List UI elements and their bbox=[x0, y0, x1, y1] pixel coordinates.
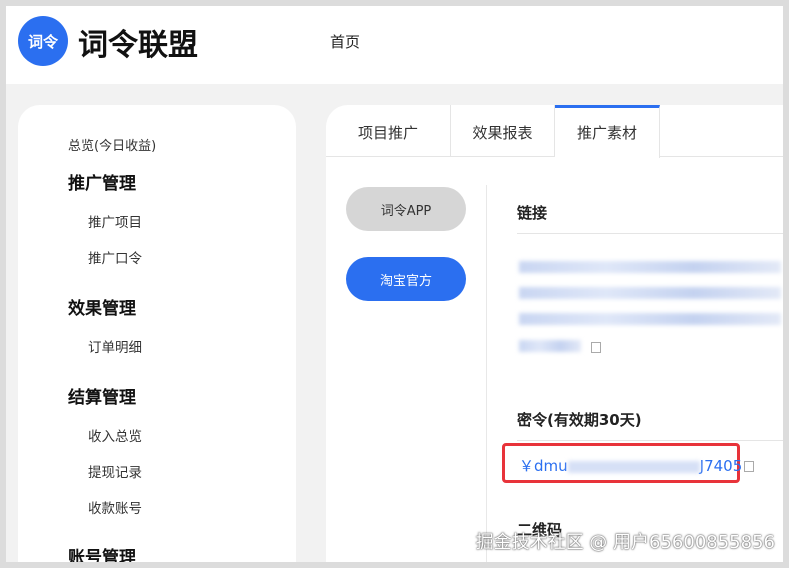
app-window: 词令 词令联盟 首页 总览(今日收益) 推广管理 推广项目 推广口令 效果管理 … bbox=[6, 6, 783, 562]
sidebar-item-income[interactable]: 收入总览 bbox=[88, 425, 142, 445]
link-heading: 链接 bbox=[517, 204, 548, 222]
password-highlight: ￥dmu J7405 bbox=[502, 443, 742, 483]
tab-promo-material[interactable]: 推广素材 bbox=[555, 105, 660, 158]
link-text-blurred bbox=[519, 287, 781, 299]
password-heading: 密令(有效期30天) bbox=[517, 411, 642, 429]
sidebar: 总览(今日收益) 推广管理 推广项目 推广口令 效果管理 订单明细 结算管理 收… bbox=[18, 105, 296, 562]
logo[interactable]: 词令 bbox=[18, 16, 68, 66]
tab-bar: 项目推广 效果报表 推广素材 bbox=[326, 105, 783, 158]
sidebar-group-effect: 效果管理 bbox=[68, 299, 136, 319]
app-button[interactable]: 词令APP bbox=[346, 187, 466, 231]
watermark: 掘金技术社区 @ 用户65600855856 bbox=[475, 532, 775, 553]
sidebar-item-accounts[interactable]: 收款账号 bbox=[88, 497, 142, 517]
sidebar-item-orders[interactable]: 订单明细 bbox=[88, 336, 142, 356]
sidebar-item-withdrawals[interactable]: 提现记录 bbox=[88, 461, 142, 481]
main-panel: 项目推广 效果报表 推广素材 词令APP 淘宝官方 链接 密令(有效期30天) … bbox=[326, 105, 783, 562]
password-suffix: J7405 bbox=[699, 457, 743, 475]
sidebar-group-account: 账号管理 bbox=[68, 548, 136, 562]
brand-name: 词令联盟 bbox=[78, 28, 198, 63]
copy-link-icon[interactable] bbox=[591, 342, 601, 353]
divider bbox=[486, 185, 487, 562]
password-text[interactable]: ￥dmu J7405 bbox=[519, 455, 742, 476]
sidebar-group-promotion: 推广管理 bbox=[68, 174, 136, 194]
copy-password-icon[interactable] bbox=[744, 461, 754, 472]
tab-project-promotion[interactable]: 项目推广 bbox=[326, 105, 451, 157]
password-blurred bbox=[567, 460, 700, 473]
link-text-blurred bbox=[519, 261, 781, 273]
divider bbox=[517, 233, 783, 234]
logo-text: 词令 bbox=[27, 32, 58, 51]
link-text-blurred bbox=[519, 340, 581, 352]
sidebar-item-overview[interactable]: 总览(今日收益) bbox=[68, 135, 156, 154]
sidebar-group-settlement: 结算管理 bbox=[68, 388, 136, 408]
sidebar-item-projects[interactable]: 推广项目 bbox=[88, 211, 142, 231]
tab-effect-report[interactable]: 效果报表 bbox=[451, 105, 555, 157]
sidebar-item-codes[interactable]: 推广口令 bbox=[88, 247, 142, 267]
header: 词令 词令联盟 首页 bbox=[6, 6, 783, 84]
taobao-button[interactable]: 淘宝官方 bbox=[346, 257, 466, 301]
link-text-blurred bbox=[519, 313, 781, 325]
divider bbox=[517, 440, 783, 441]
password-prefix: ￥dmu bbox=[519, 457, 568, 475]
nav-home-link[interactable]: 首页 bbox=[330, 31, 360, 52]
